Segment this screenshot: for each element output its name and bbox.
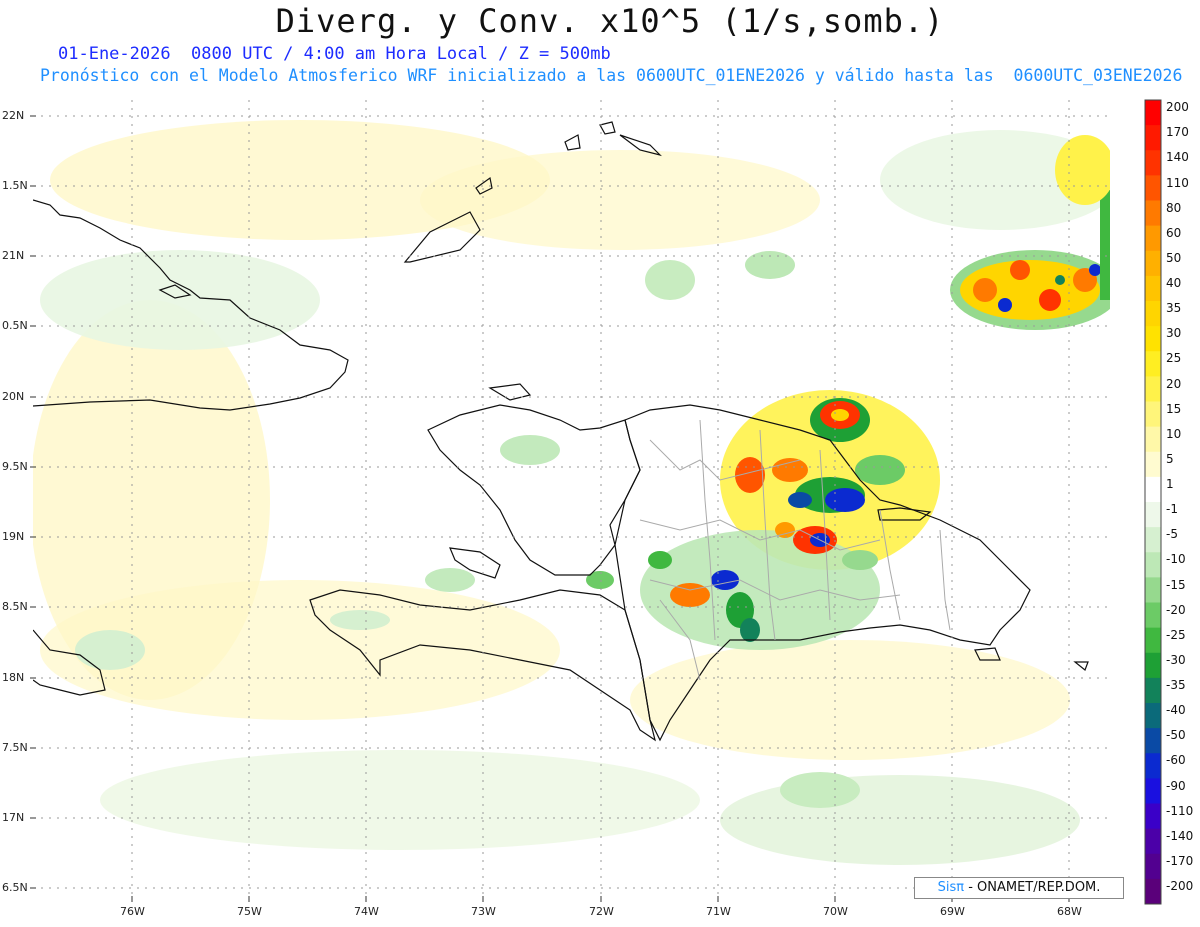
lon-label: 69W [940, 905, 965, 918]
colorbar-label: -40 [1166, 703, 1186, 718]
colorbar-label: 200 [1166, 100, 1189, 115]
lon-label: 72W [589, 905, 614, 918]
lat-label: 18N [2, 671, 25, 684]
colorbar-swatch [1145, 552, 1161, 578]
colorbar-swatch [1145, 828, 1161, 855]
colorbar-swatch [1145, 476, 1161, 503]
lat-label: 22N [2, 109, 25, 122]
colorbar-label: -200 [1166, 879, 1194, 893]
colorbar-label: 40 [1166, 276, 1182, 290]
colorbar-label: 50 [1166, 250, 1182, 265]
colorbar-label: -170 [1166, 853, 1194, 868]
colorbar-label: -140 [1166, 828, 1194, 843]
lat-label: 20N [2, 390, 25, 403]
lon-label: 73W [471, 905, 496, 918]
colorbar-label: -20 [1166, 602, 1186, 617]
lon-label: 70W [823, 905, 848, 918]
colorbar-label: -10 [1166, 552, 1186, 567]
colorbar-swatch [1145, 728, 1161, 754]
colorbar-swatch [1145, 451, 1161, 478]
lat-label: 6.5N [2, 881, 28, 894]
lat-label: 0.5N [2, 319, 28, 332]
lat-label: 19N [2, 530, 25, 543]
colorbar-label: -5 [1166, 527, 1178, 542]
colorbar-label: -15 [1166, 577, 1186, 592]
lon-label: 75W [237, 905, 262, 918]
colorbar-swatch [1145, 853, 1161, 880]
colorbar-label: -35 [1166, 678, 1186, 692]
colorbar-label: -110 [1166, 803, 1194, 818]
colorbar-swatch [1145, 326, 1161, 352]
colorbar-swatch [1145, 652, 1161, 679]
colorbar-label: -60 [1166, 753, 1186, 768]
credit-text: - ONAMET/REP.DOM. [968, 880, 1101, 895]
colorbar-swatch [1145, 627, 1161, 654]
credit-box: Sisπ - ONAMET/REP.DOM. [914, 877, 1124, 899]
colorbar-label: 170 [1166, 125, 1189, 140]
colorbar-swatch [1145, 150, 1161, 176]
colorbar-label: 15 [1166, 401, 1182, 416]
colorbar-label: -1 [1166, 502, 1178, 517]
lon-label: 71W [706, 905, 731, 918]
colorbar-swatch [1145, 376, 1161, 402]
colorbar-label: 5 [1166, 451, 1174, 466]
colorbar-swatch [1145, 100, 1161, 126]
colorbar-swatch [1145, 401, 1161, 428]
colorbar-label: 60 [1166, 225, 1182, 240]
colorbar-swatch [1145, 803, 1161, 830]
colorbar-swatch [1145, 703, 1161, 729]
colorbar-swatch [1145, 200, 1161, 227]
colorbar-swatch [1145, 351, 1161, 377]
colorbar-swatch [1145, 753, 1161, 779]
colorbar [1144, 99, 1162, 905]
colorbar-label: 80 [1166, 200, 1182, 215]
colorbar-label: 110 [1166, 175, 1189, 190]
colorbar-label: 10 [1166, 426, 1182, 441]
colorbar-label: 20 [1166, 376, 1182, 391]
colorbar-label: 1 [1166, 477, 1174, 491]
lat-label: 9.5N [2, 460, 28, 473]
colorbar-label: 25 [1166, 351, 1182, 366]
colorbar-swatch [1145, 577, 1161, 603]
forecast-map [30, 99, 1162, 905]
lat-label: 7.5N [2, 741, 28, 754]
colorbar-swatch [1145, 527, 1161, 553]
colorbar-label: 140 [1166, 150, 1189, 165]
colorbar-swatch [1145, 602, 1161, 629]
sispi-brand: Sisπ [937, 880, 965, 895]
colorbar-label: 35 [1166, 301, 1182, 316]
colorbar-label: -30 [1166, 652, 1186, 667]
colorbar-swatch [1145, 225, 1161, 252]
lon-label: 76W [120, 905, 145, 918]
lat-label: 17N [2, 811, 25, 824]
colorbar-label: -50 [1166, 728, 1186, 743]
lat-label: 8.5N [2, 600, 28, 613]
lon-label: 68W [1057, 905, 1082, 918]
colorbar-swatch [1145, 426, 1161, 453]
colorbar-swatch [1145, 778, 1161, 804]
colorbar-swatch [1145, 878, 1161, 905]
colorbar-swatch [1145, 502, 1161, 528]
colorbar-swatch [1145, 301, 1161, 327]
colorbar-label: -90 [1166, 778, 1186, 793]
lon-label: 74W [354, 905, 379, 918]
colorbar-label: 30 [1166, 326, 1182, 341]
colorbar-swatch [1145, 175, 1161, 201]
lat-label: 21N [2, 249, 25, 262]
colorbar-swatch [1145, 125, 1161, 151]
colorbar-swatch [1145, 250, 1161, 277]
colorbar-label: -25 [1166, 627, 1186, 642]
colorbar-swatch [1145, 275, 1161, 302]
lat-label: 1.5N [2, 179, 28, 192]
colorbar-swatch [1145, 677, 1161, 704]
